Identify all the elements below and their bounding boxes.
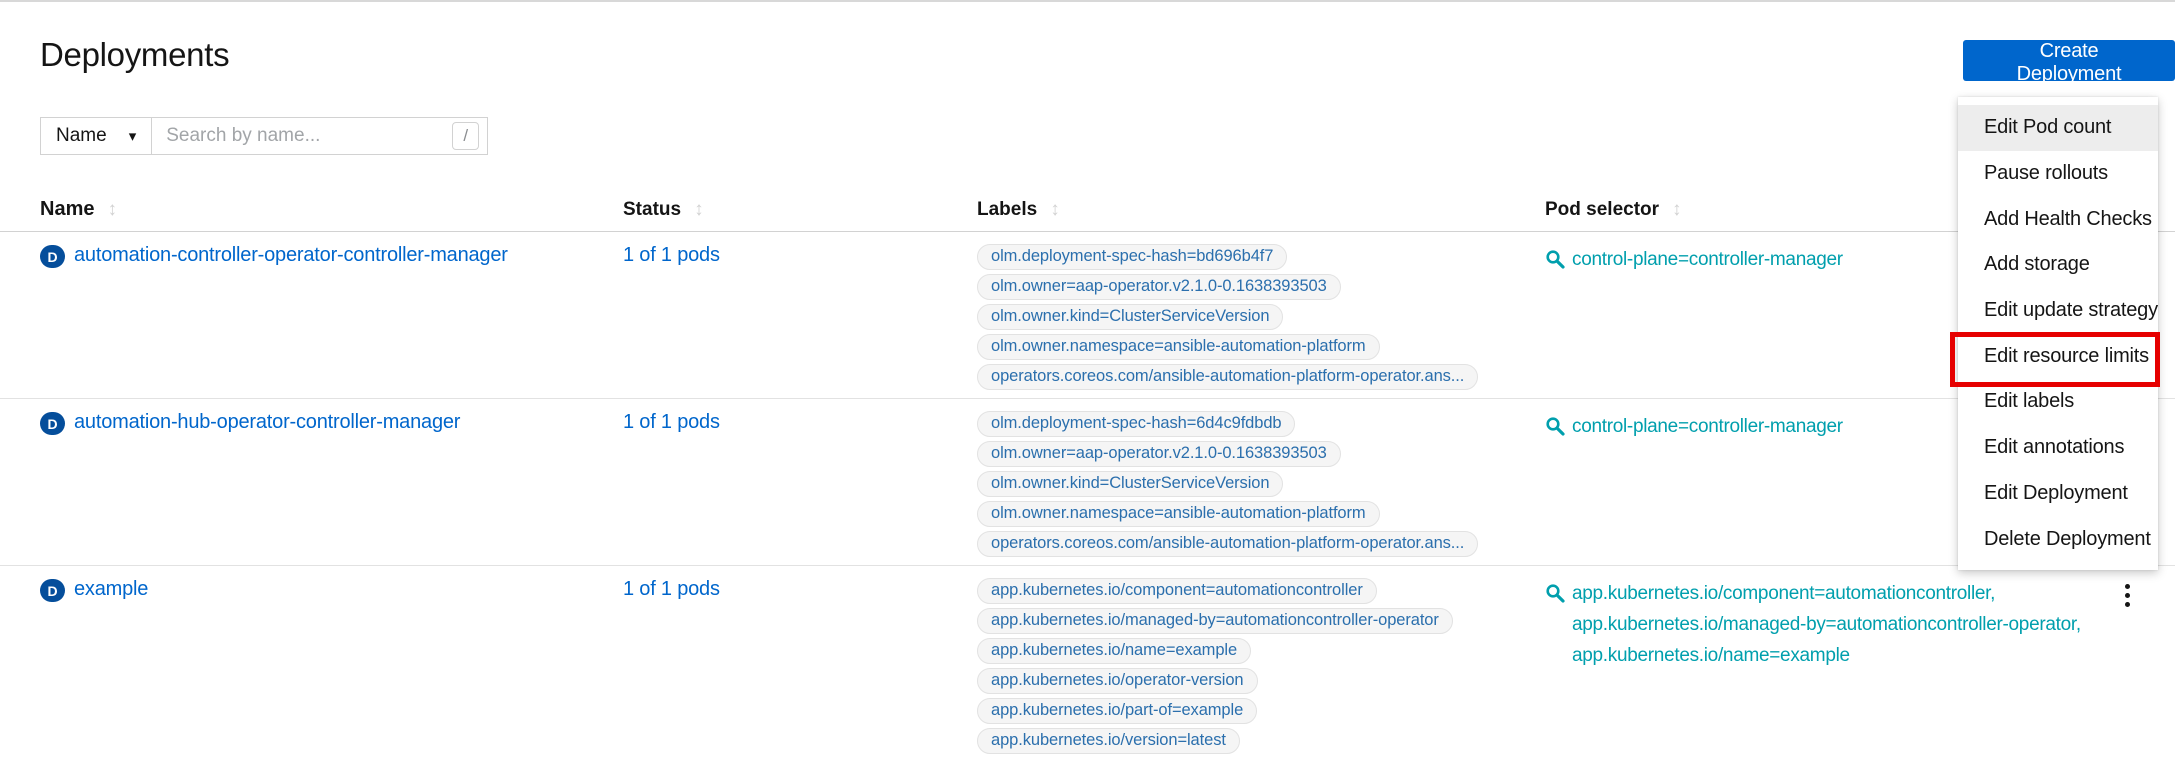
page-title: Deployments (40, 36, 229, 74)
table-header-row: Name ↕ Status ↕ Labels ↕ Pod selector ↕ (0, 192, 2175, 232)
sort-icon[interactable]: ↕ (1050, 199, 1060, 221)
search-icon (1545, 416, 1565, 436)
label-chip[interactable]: olm.owner.namespace=ansible-automation-p… (977, 501, 1380, 527)
sort-icon[interactable]: ↕ (694, 199, 704, 221)
column-header-name[interactable]: Name ↕ (0, 198, 623, 221)
label-chip[interactable]: olm.owner=aap-operator.v2.1.0-0.16383935… (977, 441, 1341, 467)
menu-item-pause-rollouts[interactable]: Pause rollouts (1958, 151, 2158, 197)
search-field-wrap: / (151, 117, 488, 155)
label-chip[interactable]: app.kubernetes.io/component=automationco… (977, 578, 1377, 604)
pod-selector-link[interactable]: app.kubernetes.io/name=example (1572, 640, 2081, 671)
status-cell: 1 of 1 pods (623, 411, 977, 434)
pod-selector-link[interactable]: app.kubernetes.io/component=automationco… (1572, 578, 2081, 609)
menu-item-add-storage[interactable]: Add storage (1958, 242, 2158, 288)
menu-item-edit-pod-count[interactable]: Edit Pod count (1958, 105, 2158, 151)
name-cell: D automation-controller-operator-control… (0, 244, 623, 268)
label-chip[interactable]: operators.coreos.com/ansible-automation-… (977, 364, 1478, 390)
label-chip[interactable]: olm.owner.kind=ClusterServiceVersion (977, 471, 1283, 497)
name-cell: D automation-hub-operator-controller-man… (0, 411, 623, 435)
pod-selector-cell: app.kubernetes.io/component=automationco… (1545, 578, 2115, 671)
deployment-name-link[interactable]: automation-hub-operator-controller-manag… (74, 411, 460, 434)
label-chip[interactable]: olm.owner.kind=ClusterServiceVersion (977, 304, 1283, 330)
deployment-resource-badge: D (40, 579, 65, 602)
kebab-menu-icon[interactable] (2120, 578, 2134, 613)
label-chip[interactable]: app.kubernetes.io/part-of=example (977, 698, 1257, 724)
status-cell: 1 of 1 pods (623, 578, 977, 601)
sort-icon[interactable]: ↕ (107, 199, 117, 221)
deployments-table: Name ↕ Status ↕ Labels ↕ Pod selector ↕ … (0, 192, 2175, 762)
filter-type-label: Name (56, 125, 107, 147)
filter-toolbar: Name ▾ / (40, 117, 488, 155)
pod-selector-link[interactable]: app.kubernetes.io/managed-by=automationc… (1572, 609, 2081, 640)
labels-cell: olm.deployment-spec-hash=bd696b4f7 olm.o… (977, 244, 1545, 390)
deployments-page: Deployments Create Deployment Name ▾ / N… (0, 0, 2175, 765)
menu-item-add-health-checks[interactable]: Add Health Checks (1958, 196, 2158, 242)
pods-status-link[interactable]: 1 of 1 pods (623, 411, 720, 433)
deployment-name-link[interactable]: automation-controller-operator-controlle… (74, 244, 508, 267)
search-input[interactable] (151, 117, 488, 155)
menu-item-delete-deployment[interactable]: Delete Deployment (1958, 516, 2158, 562)
pods-status-link[interactable]: 1 of 1 pods (623, 578, 720, 600)
menu-item-edit-labels[interactable]: Edit labels (1958, 379, 2158, 425)
label-chip[interactable]: olm.deployment-spec-hash=bd696b4f7 (977, 244, 1287, 270)
table-row: D example 1 of 1 pods app.kubernetes.io/… (0, 566, 2175, 762)
label-chip[interactable]: app.kubernetes.io/name=example (977, 638, 1251, 664)
deployment-resource-badge: D (40, 412, 65, 435)
deployment-name-link[interactable]: example (74, 578, 148, 601)
menu-item-edit-resource-limits[interactable]: Edit resource limits (1958, 333, 2158, 379)
pods-status-link[interactable]: 1 of 1 pods (623, 244, 720, 266)
pod-selector-link[interactable]: control-plane=controller-manager (1572, 411, 1843, 442)
search-icon (1545, 583, 1565, 603)
slash-shortcut-badge: / (452, 122, 479, 150)
label-chip[interactable]: olm.owner.namespace=ansible-automation-p… (977, 334, 1380, 360)
column-header-labels[interactable]: Labels ↕ (977, 198, 1545, 221)
label-chip[interactable]: operators.coreos.com/ansible-automation-… (977, 531, 1478, 557)
table-row: D automation-controller-operator-control… (0, 232, 2175, 399)
deployment-resource-badge: D (40, 245, 65, 268)
name-cell: D example (0, 578, 623, 602)
label-chip[interactable]: app.kubernetes.io/operator-version (977, 668, 1258, 694)
search-icon (1545, 249, 1565, 269)
filter-type-dropdown[interactable]: Name ▾ (40, 117, 151, 155)
labels-cell: olm.deployment-spec-hash=6d4c9fdbdb olm.… (977, 411, 1545, 557)
actions-cell (2115, 578, 2175, 613)
pod-selector-link[interactable]: control-plane=controller-manager (1572, 244, 1843, 275)
menu-item-edit-update-strategy[interactable]: Edit update strategy (1958, 288, 2158, 334)
status-cell: 1 of 1 pods (623, 244, 977, 267)
label-chip[interactable]: app.kubernetes.io/version=latest (977, 728, 1240, 754)
menu-item-edit-deployment[interactable]: Edit Deployment (1958, 471, 2158, 517)
column-header-status[interactable]: Status ↕ (623, 198, 977, 221)
create-deployment-button[interactable]: Create Deployment (1963, 40, 2175, 81)
table-row: D automation-hub-operator-controller-man… (0, 399, 2175, 566)
label-chip[interactable]: olm.deployment-spec-hash=6d4c9fdbdb (977, 411, 1295, 437)
actions-dropdown-menu: Edit Pod count Pause rollouts Add Health… (1958, 97, 2158, 570)
labels-cell: app.kubernetes.io/component=automationco… (977, 578, 1545, 754)
label-chip[interactable]: olm.owner=aap-operator.v2.1.0-0.16383935… (977, 274, 1341, 300)
label-chip[interactable]: app.kubernetes.io/managed-by=automationc… (977, 608, 1453, 634)
caret-down-icon: ▾ (129, 127, 137, 145)
sort-icon[interactable]: ↕ (1672, 199, 1682, 221)
menu-item-edit-annotations[interactable]: Edit annotations (1958, 425, 2158, 471)
